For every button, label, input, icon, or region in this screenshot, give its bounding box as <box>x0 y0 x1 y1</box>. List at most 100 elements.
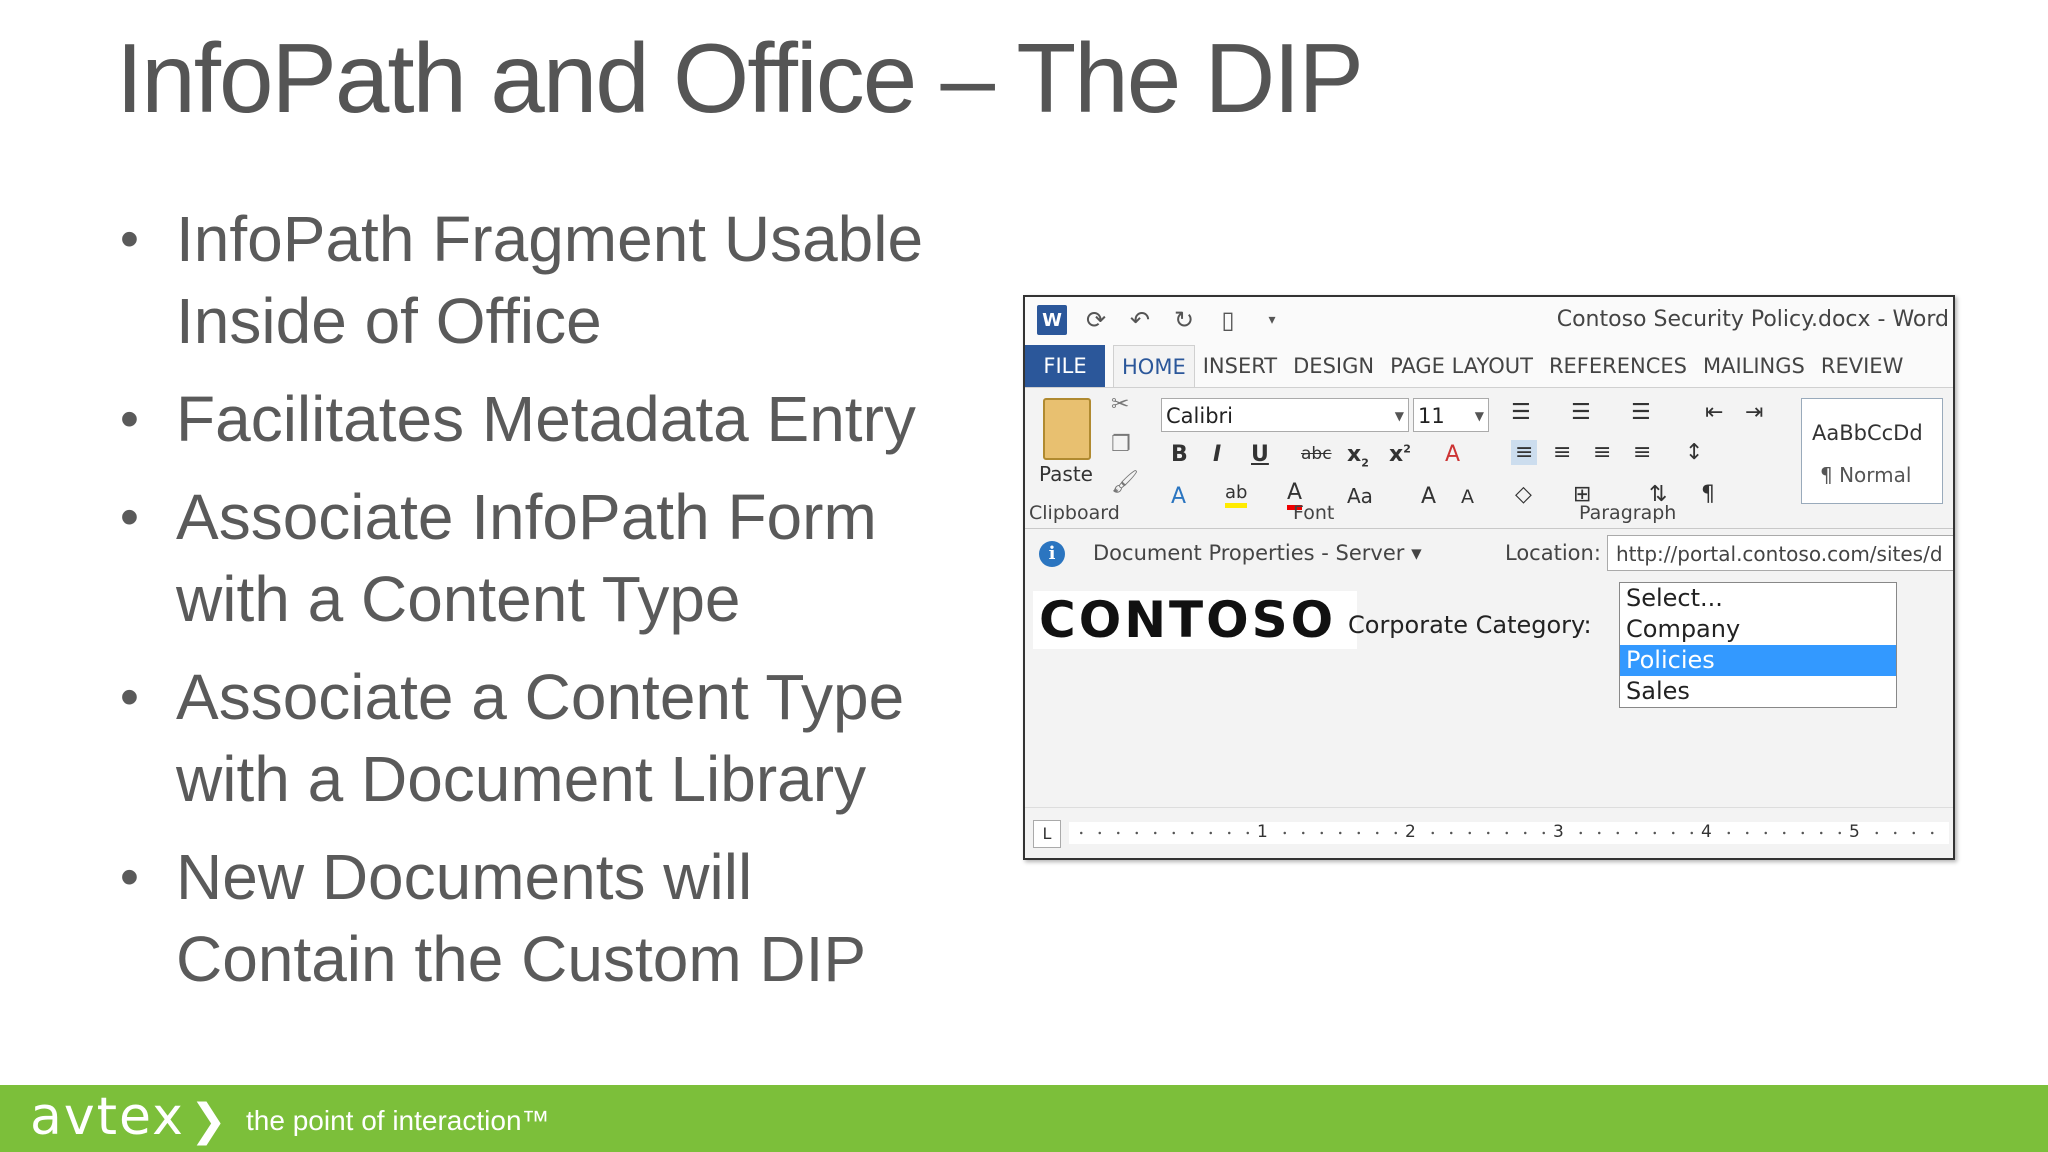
align-left-icon[interactable]: ≡ <box>1511 440 1538 465</box>
bullet-dot: • <box>120 209 139 269</box>
ruler-ticks <box>1069 822 1949 844</box>
underline-icon[interactable]: U <box>1251 442 1269 467</box>
chevron-down-icon: ▼ <box>1394 409 1404 423</box>
bullet-text: New Documents will Contain the Custom DI… <box>176 841 867 995</box>
shrink-font-icon[interactable]: A <box>1461 486 1474 508</box>
paste-icon[interactable] <box>1043 398 1091 460</box>
bullet-item: • Facilitates Metadata Entry <box>120 378 980 460</box>
cut-icon[interactable]: ✂ <box>1111 392 1129 417</box>
style-sample-text: AaBbCcDd <box>1812 421 1923 445</box>
tab-insert[interactable]: INSERT <box>1195 345 1285 387</box>
style-normal[interactable]: AaBbCcDd ¶ Normal <box>1801 398 1943 504</box>
font-size-select[interactable]: 11 ▼ <box>1413 398 1489 432</box>
bullet-dot: • <box>120 667 139 727</box>
bullet-dot: • <box>120 847 139 907</box>
tab-design[interactable]: DESIGN <box>1285 345 1382 387</box>
corporate-category-dropdown[interactable]: Select... Company Policies Sales <box>1619 582 1897 708</box>
word-logo-icon: W <box>1037 305 1067 335</box>
copy-icon[interactable]: ❐ <box>1111 432 1131 457</box>
justify-icon[interactable]: ≡ <box>1633 440 1651 465</box>
word-screenshot: W ⟳ ↶ ↻ ▯ ▾ Contoso Security Policy.docx… <box>1023 295 1955 860</box>
bullets-icon[interactable]: ☰ <box>1511 400 1531 425</box>
horizontal-ruler: L 1 2 3 4 5 <box>1025 807 1953 858</box>
tab-references[interactable]: REFERENCES <box>1541 345 1695 387</box>
font-size-value: 11 <box>1418 404 1445 428</box>
tab-file[interactable]: FILE <box>1025 345 1105 387</box>
chevron-down-icon: ▼ <box>1474 409 1484 423</box>
location-field[interactable]: http://portal.contoso.com/sites/d <box>1607 535 1953 571</box>
strikethrough-icon[interactable]: abc <box>1301 444 1332 464</box>
numbering-icon[interactable]: ☰ <box>1571 400 1591 425</box>
footer-bar: avtex ❯ the point of interaction™ <box>0 1085 2048 1152</box>
chevron-right-icon: ❯ <box>190 1096 227 1145</box>
ruler-number: 5 <box>1849 822 1860 842</box>
clear-formatting-icon[interactable]: A <box>1445 442 1460 467</box>
align-center-icon[interactable]: ≡ <box>1553 440 1571 465</box>
bullet-item: • New Documents will Contain the Custom D… <box>120 836 980 1000</box>
new-document-icon[interactable]: ▯ <box>1213 305 1243 335</box>
word-titlebar: W ⟳ ↶ ↻ ▯ ▾ Contoso Security Policy.docx… <box>1025 297 1953 345</box>
dropdown-option-selected[interactable]: Policies <box>1620 645 1896 676</box>
undo-icon[interactable]: ↶ <box>1125 305 1155 335</box>
dropdown-option[interactable]: Select... <box>1620 583 1896 614</box>
tab-home[interactable]: HOME <box>1113 345 1195 387</box>
align-right-icon[interactable]: ≡ <box>1593 440 1611 465</box>
ruler-number: 3 <box>1553 822 1564 842</box>
redo-icon[interactable]: ↻ <box>1169 305 1199 335</box>
document-information-panel-bar: i Document Properties - Server ▾ Locatio… <box>1025 529 1953 577</box>
line-spacing-icon[interactable]: ↕ <box>1685 440 1703 465</box>
style-name-label: ¶ Normal <box>1820 463 1912 487</box>
bullet-text: InfoPath Fragment Usable Inside of Offic… <box>176 203 924 357</box>
grow-font-icon[interactable]: A <box>1421 484 1436 509</box>
shading-icon[interactable]: ◇ <box>1515 482 1532 507</box>
ruler-number: 1 <box>1257 822 1268 842</box>
group-font-label: Font <box>1293 502 1335 524</box>
tab-selector-icon[interactable]: L <box>1033 820 1061 848</box>
decrease-indent-icon[interactable]: ⇤ <box>1705 400 1723 425</box>
group-paragraph-label: Paragraph <box>1579 502 1677 524</box>
italic-icon[interactable]: I <box>1213 442 1221 467</box>
font-name-select[interactable]: Calibri ▼ <box>1161 398 1409 432</box>
superscript-icon[interactable]: x2 <box>1389 442 1411 467</box>
info-icon: i <box>1039 541 1065 567</box>
increase-indent-icon[interactable]: ⇥ <box>1745 400 1763 425</box>
corporate-category-label: Corporate Category: <box>1348 611 1592 639</box>
format-painter-icon[interactable]: 🖌 <box>1111 470 1139 495</box>
dropdown-option[interactable]: Sales <box>1620 676 1896 707</box>
bullet-item: • InfoPath Fragment Usable Inside of Offi… <box>120 198 980 362</box>
dip-panel-title[interactable]: Document Properties - Server ▾ <box>1093 541 1422 565</box>
tab-review[interactable]: REVIEW <box>1813 345 1911 387</box>
ruler-number: 4 <box>1701 822 1712 842</box>
highlight-icon[interactable]: ab <box>1225 482 1248 508</box>
font-name-value: Calibri <box>1166 404 1233 428</box>
bullet-dot: • <box>120 389 139 449</box>
bullet-item: • Associate a Content Type with a Documen… <box>120 656 980 820</box>
bullet-item: • Associate InfoPath Form with a Content … <box>120 476 980 640</box>
text-effects-icon[interactable]: A <box>1171 484 1186 509</box>
subscript-icon[interactable]: x2 <box>1347 442 1369 469</box>
contoso-logo: CONTOSO <box>1033 591 1357 649</box>
word-window-title: Contoso Security Policy.docx - Word <box>1556 307 1949 332</box>
ruler-bar[interactable]: 1 2 3 4 5 <box>1069 822 1949 844</box>
dip-form-area: CONTOSO Corporate Category: Select... Co… <box>1025 577 1953 787</box>
ribbon-tabs: FILE HOME INSERT DESIGN PAGE LAYOUT REFE… <box>1025 345 1953 388</box>
tab-mailings[interactable]: MAILINGS <box>1695 345 1813 387</box>
multilevel-list-icon[interactable]: ☰ <box>1631 400 1651 425</box>
ribbon-home: Paste ✂ ❐ 🖌 Clipboard Calibri ▼ 11 ▼ B I U… <box>1025 388 1953 529</box>
customize-qat-icon[interactable]: ▾ <box>1257 305 1287 335</box>
save-icon[interactable]: ⟳ <box>1081 305 1111 335</box>
ruler-number: 2 <box>1405 822 1416 842</box>
dropdown-option[interactable]: Company <box>1620 614 1896 645</box>
bullet-text: Associate InfoPath Form with a Content T… <box>176 481 877 635</box>
show-formatting-icon[interactable]: ¶ <box>1701 482 1715 507</box>
change-case-icon[interactable]: Aa <box>1347 484 1373 508</box>
bullet-text: Facilitates Metadata Entry <box>176 383 916 455</box>
paste-button-label[interactable]: Paste <box>1039 462 1093 486</box>
tab-page-layout[interactable]: PAGE LAYOUT <box>1382 345 1541 387</box>
avtex-logo: avtex <box>30 1087 185 1147</box>
bullet-list: • InfoPath Fragment Usable Inside of Offi… <box>120 198 980 1016</box>
group-clipboard-label: Clipboard <box>1029 502 1120 524</box>
bullet-dot: • <box>120 487 139 547</box>
bold-icon[interactable]: B <box>1171 442 1188 467</box>
quick-access-toolbar: W ⟳ ↶ ↻ ▯ ▾ <box>1037 305 1287 335</box>
